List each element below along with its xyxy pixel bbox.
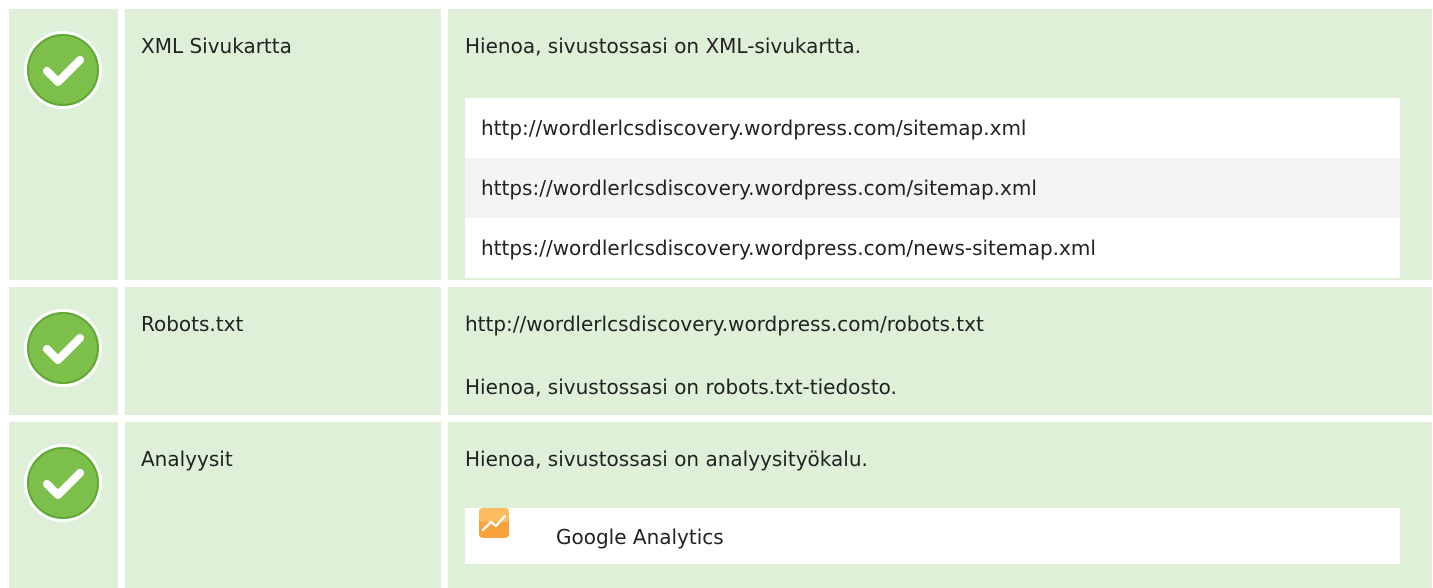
status-cell xyxy=(9,422,118,588)
google-analytics-icon xyxy=(479,508,509,538)
audit-row-robots: Robots.txt http://wordlerlcsdiscovery.wo… xyxy=(0,287,1433,415)
row-label: Robots.txt xyxy=(141,312,244,336)
check-circle-icon xyxy=(24,444,102,522)
check-circle-icon xyxy=(24,309,102,387)
row-label: Analyysit xyxy=(141,447,233,471)
label-cell: Analyysit xyxy=(125,422,441,588)
sitemap-url: http://wordlerlcsdiscovery.wordpress.com… xyxy=(465,98,1400,158)
status-cell xyxy=(9,9,118,280)
label-cell: XML Sivukartta xyxy=(125,9,441,280)
status-message: Hienoa, sivustossasi on analyysityökalu. xyxy=(465,447,868,471)
robots-url: http://wordlerlcsdiscovery.wordpress.com… xyxy=(465,312,984,336)
audit-results: XML Sivukartta Hienoa, sivustossasi on X… xyxy=(0,0,1433,588)
status-message: Hienoa, sivustossasi on robots.txt-tiedo… xyxy=(465,375,897,399)
label-cell: Robots.txt xyxy=(125,287,441,415)
content-cell: http://wordlerlcsdiscovery.wordpress.com… xyxy=(448,287,1432,415)
status-cell xyxy=(9,287,118,415)
analytics-tool-item: Google Analytics xyxy=(465,508,1400,564)
row-label: XML Sivukartta xyxy=(141,34,292,58)
sitemap-list: http://wordlerlcsdiscovery.wordpress.com… xyxy=(465,98,1400,278)
content-cell: Hienoa, sivustossasi on analyysityökalu.… xyxy=(448,422,1432,588)
analytics-tool-name: Google Analytics xyxy=(556,525,724,549)
content-cell: Hienoa, sivustossasi on XML-sivukartta. … xyxy=(448,9,1432,280)
audit-row-analytics: Analyysit Hienoa, sivustossasi on analyy… xyxy=(0,422,1433,588)
check-circle-icon xyxy=(24,31,102,109)
audit-row-xml-sitemap: XML Sivukartta Hienoa, sivustossasi on X… xyxy=(0,9,1433,280)
sitemap-url: https://wordlerlcsdiscovery.wordpress.co… xyxy=(465,218,1400,278)
sitemap-url: https://wordlerlcsdiscovery.wordpress.co… xyxy=(465,158,1400,218)
status-message: Hienoa, sivustossasi on XML-sivukartta. xyxy=(465,34,861,58)
